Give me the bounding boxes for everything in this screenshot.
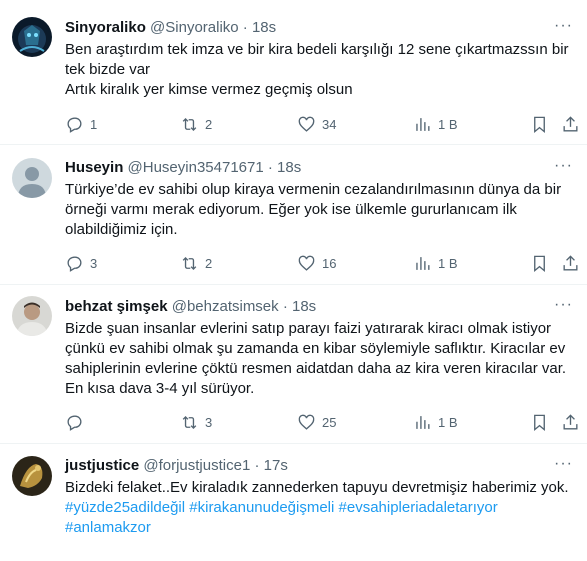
action-bar: 3 25 1 B bbox=[0, 412, 587, 432]
user-handle[interactable]: @behzatsimsek bbox=[172, 298, 279, 315]
user-handle[interactable]: @Sinyoraliko bbox=[150, 19, 239, 36]
tweet-line: Ben araştırdım tek imza ve bir kira bede… bbox=[65, 41, 569, 78]
avatar[interactable] bbox=[12, 456, 52, 496]
tweet-header: justjustice @forjustjustice1 · 17s bbox=[65, 456, 288, 476]
repost-icon bbox=[182, 256, 197, 270]
default-avatar-icon bbox=[12, 158, 52, 198]
share-icon bbox=[563, 254, 578, 271]
share-button[interactable] bbox=[561, 114, 580, 134]
separator-dot: · bbox=[254, 457, 260, 474]
bookmark-button[interactable] bbox=[530, 114, 549, 134]
repost-button[interactable]: 2 bbox=[180, 114, 212, 134]
views-icon bbox=[416, 415, 430, 429]
tweet-line: Artık kiralık yer kimse vermez geçmiş ol… bbox=[65, 81, 353, 98]
repost-count: 2 bbox=[205, 255, 213, 271]
avatar[interactable] bbox=[12, 158, 52, 198]
reply-count: 1 bbox=[90, 116, 98, 132]
bookmark-icon bbox=[534, 255, 545, 272]
share-icon bbox=[563, 413, 578, 430]
display-name[interactable]: Huseyin bbox=[65, 159, 123, 176]
repost-icon bbox=[182, 117, 197, 131]
like-count: 16 bbox=[322, 255, 337, 271]
like-button[interactable]: 16 bbox=[297, 253, 336, 273]
bookmark-button[interactable] bbox=[530, 412, 549, 432]
timestamp[interactable]: 18s bbox=[277, 159, 301, 176]
views-button[interactable]: 1 B bbox=[413, 253, 458, 273]
avatar-image bbox=[12, 296, 52, 336]
separator-dot: · bbox=[282, 298, 288, 315]
tweet[interactable]: justjustice @forjustjustice1 · 17s ··· B… bbox=[0, 444, 587, 561]
tweet[interactable]: Huseyin @Huseyin35471671 · 18s ··· Türki… bbox=[0, 145, 587, 285]
reply-icon bbox=[67, 255, 82, 272]
timestamp[interactable]: 18s bbox=[292, 298, 316, 315]
like-icon bbox=[298, 255, 315, 271]
views-button[interactable]: 1 B bbox=[413, 412, 458, 432]
repost-count: 3 bbox=[205, 414, 213, 430]
display-name[interactable]: Sinyoraliko bbox=[65, 19, 146, 36]
separator-dot: · bbox=[267, 159, 273, 176]
share-button[interactable] bbox=[561, 412, 580, 432]
reply-button[interactable] bbox=[65, 412, 90, 432]
timestamp[interactable]: 17s bbox=[264, 457, 288, 474]
bookmark-icon bbox=[534, 414, 545, 431]
tweet-header: Sinyoraliko @Sinyoraliko · 18s bbox=[65, 18, 276, 38]
reply-count: 3 bbox=[90, 255, 98, 271]
like-count: 34 bbox=[322, 116, 337, 132]
separator-dot: · bbox=[242, 19, 248, 36]
tweet-header: behzat şimşek @behzatsimsek · 18s bbox=[65, 297, 316, 317]
avatar-image bbox=[12, 456, 52, 496]
share-icon bbox=[563, 115, 578, 132]
views-count: 1 B bbox=[438, 255, 458, 271]
tweet-text: Ben araştırdım tek imza ve bir kira bede… bbox=[65, 40, 577, 100]
tweet-text: Bizde şuan insanlar evlerini satıp paray… bbox=[65, 319, 577, 399]
repost-button[interactable]: 3 bbox=[180, 412, 212, 432]
action-bar: 3 2 16 1 B bbox=[0, 253, 587, 273]
timestamp[interactable]: 18s bbox=[252, 19, 276, 36]
tweet-text: Bizdeki felaket..Ev kiraladık zannederke… bbox=[65, 478, 577, 538]
tweet-header: Huseyin @Huseyin35471671 · 18s bbox=[65, 158, 301, 178]
bookmark-icon bbox=[534, 116, 545, 133]
repost-icon bbox=[182, 415, 197, 429]
action-bar: 1 2 34 1 B bbox=[0, 114, 587, 134]
display-name[interactable]: justjustice bbox=[65, 457, 139, 474]
views-icon bbox=[416, 256, 430, 270]
share-button[interactable] bbox=[561, 253, 580, 273]
tweet-text: Türkiye’de ev sahibi olup kiraya vermeni… bbox=[65, 180, 577, 240]
user-handle[interactable]: @Huseyin35471671 bbox=[128, 159, 264, 176]
views-count: 1 B bbox=[438, 414, 458, 430]
more-icon[interactable]: ··· bbox=[554, 295, 573, 315]
views-button[interactable]: 1 B bbox=[413, 114, 458, 134]
repost-button[interactable]: 2 bbox=[180, 253, 212, 273]
more-icon[interactable]: ··· bbox=[554, 16, 573, 36]
reply-icon bbox=[67, 116, 82, 133]
bookmark-button[interactable] bbox=[530, 253, 549, 273]
like-icon bbox=[298, 116, 315, 132]
reply-button[interactable]: 1 bbox=[65, 114, 97, 134]
tweet-line: Bizdeki felaket..Ev kiraladık zannederke… bbox=[65, 479, 569, 496]
avatar[interactable] bbox=[12, 296, 52, 336]
avatar[interactable] bbox=[12, 17, 52, 57]
tweet[interactable]: behzat şimşek @behzatsimsek · 18s ··· Bi… bbox=[0, 285, 587, 444]
reply-button[interactable]: 3 bbox=[65, 253, 97, 273]
like-count: 25 bbox=[322, 414, 337, 430]
like-icon bbox=[298, 414, 315, 430]
user-handle[interactable]: @forjustjustice1 bbox=[143, 457, 250, 474]
like-button[interactable]: 34 bbox=[297, 114, 336, 134]
like-button[interactable]: 25 bbox=[297, 412, 336, 432]
display-name[interactable]: behzat şimşek bbox=[65, 298, 168, 315]
views-count: 1 B bbox=[438, 116, 458, 132]
reply-icon bbox=[67, 414, 82, 431]
hashtag-links[interactable]: #yüzde25adildeğil #kirakanunudeğişmeli #… bbox=[65, 498, 577, 538]
views-icon bbox=[416, 117, 430, 131]
more-icon[interactable]: ··· bbox=[554, 156, 573, 176]
repost-count: 2 bbox=[205, 116, 213, 132]
avatar-image bbox=[12, 17, 52, 57]
more-icon[interactable]: ··· bbox=[554, 454, 573, 474]
tweet-line: Türkiye’de ev sahibi olup kiraya vermeni… bbox=[65, 181, 562, 238]
tweet[interactable]: Sinyoraliko @Sinyoraliko · 18s ··· Ben a… bbox=[0, 0, 587, 145]
tweet-line: Bizde şuan insanlar evlerini satıp paray… bbox=[65, 320, 567, 397]
